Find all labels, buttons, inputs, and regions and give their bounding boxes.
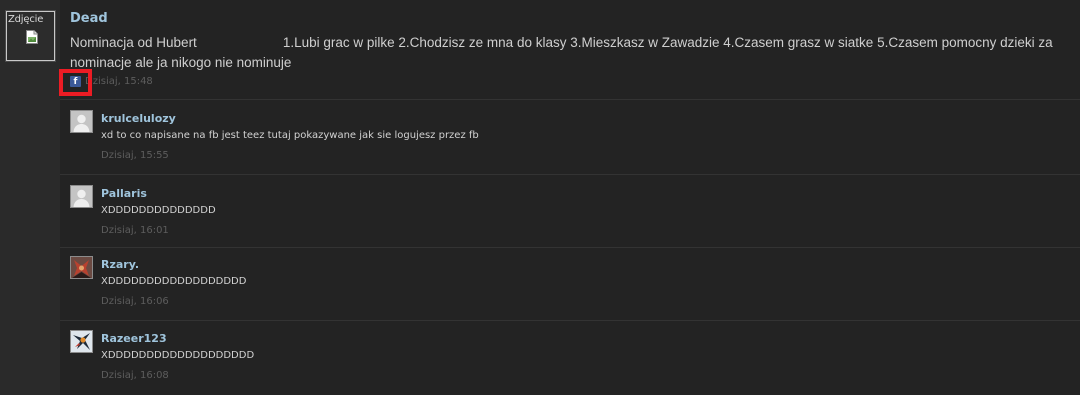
comment-item: krulcelulozy xd to co napisane na fb jes… bbox=[60, 100, 1080, 170]
post-body: Nominacja od Hubert 1.Lubi grac w pilke 2… bbox=[70, 33, 1065, 73]
comment-avatar[interactable] bbox=[70, 110, 93, 133]
broken-image-icon bbox=[26, 30, 38, 44]
comment-author-link[interactable]: krulcelulozy bbox=[101, 112, 176, 125]
comment-text: XDDDDDDDDDDDDDDDDDDD bbox=[101, 350, 255, 361]
post-timestamp: Dzisiaj, 15:48 bbox=[85, 76, 153, 87]
comment-timestamp: Dzisiaj, 16:08 bbox=[101, 370, 169, 381]
comment-avatar[interactable] bbox=[70, 256, 93, 279]
post-body-intro: Nominacja od Hubert bbox=[70, 35, 197, 50]
custom-avatar-icon bbox=[71, 257, 92, 278]
comment-timestamp: Dzisiaj, 15:55 bbox=[101, 150, 169, 161]
comment-text: XDDDDDDDDDDDDDDDDDD bbox=[101, 276, 247, 287]
comment-item: Razeer123 XDDDDDDDDDDDDDDDDDDD Dzisiaj, … bbox=[60, 320, 1080, 390]
post-author-link[interactable]: Dead bbox=[70, 11, 108, 26]
custom-avatar-icon bbox=[71, 331, 92, 352]
comment-author-link[interactable]: Razeer123 bbox=[101, 332, 167, 345]
comment-avatar[interactable] bbox=[70, 330, 93, 353]
highlight-box bbox=[59, 69, 92, 96]
comment-text: xd to co napisane na fb jest teez tutaj … bbox=[101, 130, 479, 141]
activity-feed: Zdjęcie Dead Nominacja od Hubert 1.Lubi g… bbox=[0, 0, 1080, 395]
comment-timestamp: Dzisiaj, 16:01 bbox=[101, 225, 169, 236]
comment-avatar[interactable] bbox=[70, 185, 93, 208]
comment-item: Pallaris XDDDDDDDDDDDDDD Dzisiaj, 16:01 bbox=[60, 175, 1080, 245]
post-body-content: 1.Lubi grac w pilke 2.Chodzisz ze mna do… bbox=[70, 35, 1053, 70]
default-avatar-icon bbox=[71, 111, 92, 132]
comment-timestamp: Dzisiaj, 16:06 bbox=[101, 296, 169, 307]
comment-author-link[interactable]: Rzary. bbox=[101, 258, 139, 271]
comment-item: Rzary. XDDDDDDDDDDDDDDDDDD Dzisiaj, 16:0… bbox=[60, 246, 1080, 316]
author-photo-alt-text: Zdjęcie bbox=[8, 14, 44, 25]
default-avatar-icon bbox=[71, 186, 92, 207]
comment-author-link[interactable]: Pallaris bbox=[101, 187, 147, 200]
author-photo[interactable]: Zdjęcie bbox=[5, 10, 56, 62]
comment-text: XDDDDDDDDDDDDDD bbox=[101, 205, 216, 216]
